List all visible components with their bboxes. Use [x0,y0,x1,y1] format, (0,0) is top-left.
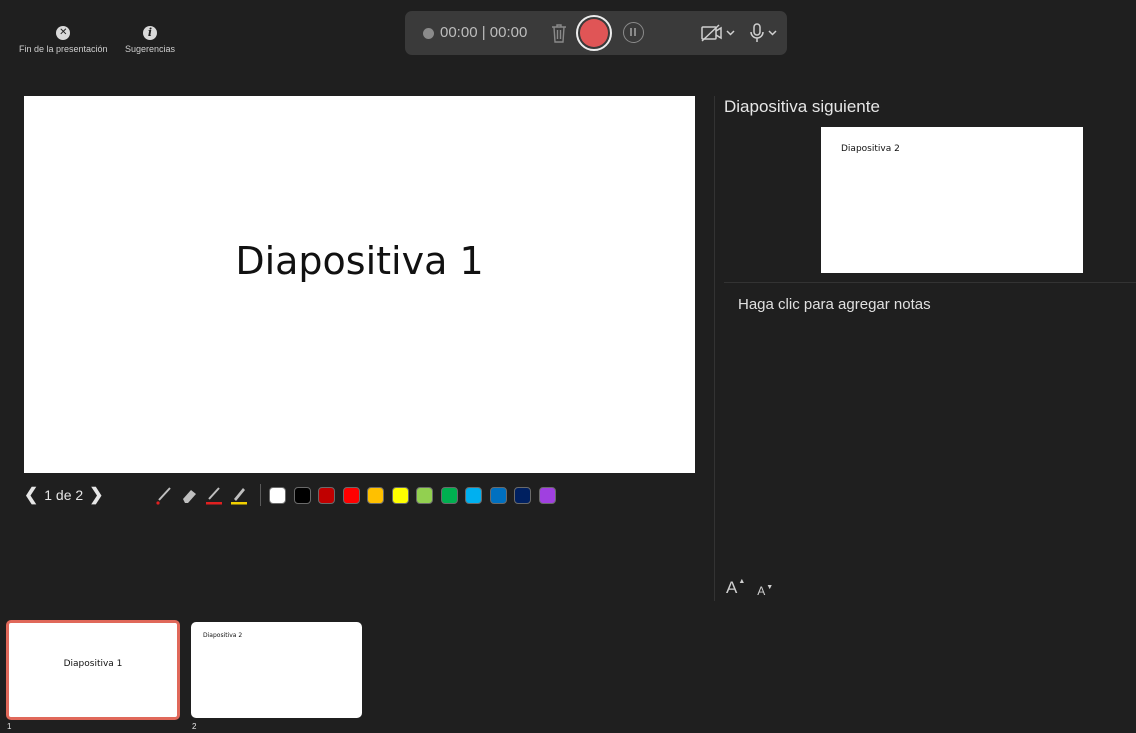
slide-thumbnail-2[interactable]: Diapositiva 2 [191,622,362,718]
hints-button[interactable]: i Sugerencias [125,26,175,54]
camera-toggle-button[interactable] [701,24,737,42]
pen-icon [206,487,222,505]
slide-thumbnail-1[interactable]: Diapositiva 1 [6,620,180,720]
slide-navigation: ❮ 1 de 2 ❯ [24,485,103,505]
chevron-right-icon[interactable]: ❯ [89,485,103,505]
pause-button[interactable] [623,22,644,43]
notes-divider [724,282,1136,283]
caret-up-icon: ▲ [738,578,746,585]
chevron-left-icon[interactable]: ❮ [24,485,38,505]
slide-counter: 1 de 2 [44,487,84,503]
color-swatch[interactable] [342,486,360,504]
color-swatch[interactable] [269,486,286,504]
thumbnail-title: Diapositiva 1 [63,659,123,669]
info-icon: i [143,26,158,40]
recording-status-dot [423,28,434,39]
laser-pointer-icon [156,487,171,505]
caret-down-icon: ▼ [766,584,774,591]
decrease-font-button[interactable]: A▼ [757,584,773,598]
decrease-font-label: A [757,584,766,598]
record-button[interactable] [576,15,612,51]
recording-timer: 00:00 | 00:00 [440,24,528,41]
eraser-button[interactable] [179,484,199,506]
color-swatch[interactable] [293,486,311,504]
eraser-icon [183,490,196,503]
increase-font-label: A [726,578,738,597]
color-swatches [269,486,563,504]
camera-off-icon [701,24,735,42]
color-swatch[interactable] [489,486,507,504]
laser-pointer-button[interactable] [154,484,174,506]
recording-toolbar: 00:00 | 00:00 [405,11,787,55]
next-slide-title: Diapositiva 2 [841,144,900,154]
font-size-controls: A▲ A▼ [726,578,785,598]
highlighter-icon [231,488,247,505]
thumbnail-number: 2 [192,722,197,731]
close-circle-icon: ✕ [56,26,71,40]
color-swatch[interactable] [318,486,335,504]
toolbar-divider [260,484,261,506]
trash-icon [552,24,566,43]
color-swatch[interactable] [440,486,458,504]
microphone-icon [750,23,777,42]
end-presentation-label: Fin de la presentación [19,44,108,54]
microphone-toggle-button[interactable] [748,22,780,44]
thumbnail-title: Diapositiva 2 [203,632,243,639]
color-swatch[interactable] [416,486,433,504]
increase-font-button[interactable]: A▲ [726,578,745,598]
ink-toolbar [154,483,563,507]
highlighter-button[interactable] [229,484,249,506]
color-swatch[interactable] [538,486,556,504]
color-swatch[interactable] [514,486,531,504]
record-icon [580,19,608,47]
end-presentation-button[interactable]: ✕ Fin de la presentación [19,26,108,54]
hints-label: Sugerencias [125,44,176,54]
color-swatch[interactable] [465,486,482,504]
thumbnail-number: 1 [7,722,12,731]
speaker-notes-field[interactable]: Haga clic para agregar notas [738,296,931,313]
current-slide-title: Diapositiva 1 [235,239,484,283]
delete-recording-button[interactable] [549,22,569,44]
panel-divider [714,96,715,601]
current-slide[interactable]: Diapositiva 1 [24,96,695,473]
next-slide-heading: Diapositiva siguiente [724,97,880,116]
color-swatch[interactable] [391,486,409,504]
next-slide-preview: Diapositiva 2 [821,127,1083,273]
color-swatch[interactable] [367,486,384,504]
pen-button[interactable] [204,484,224,506]
